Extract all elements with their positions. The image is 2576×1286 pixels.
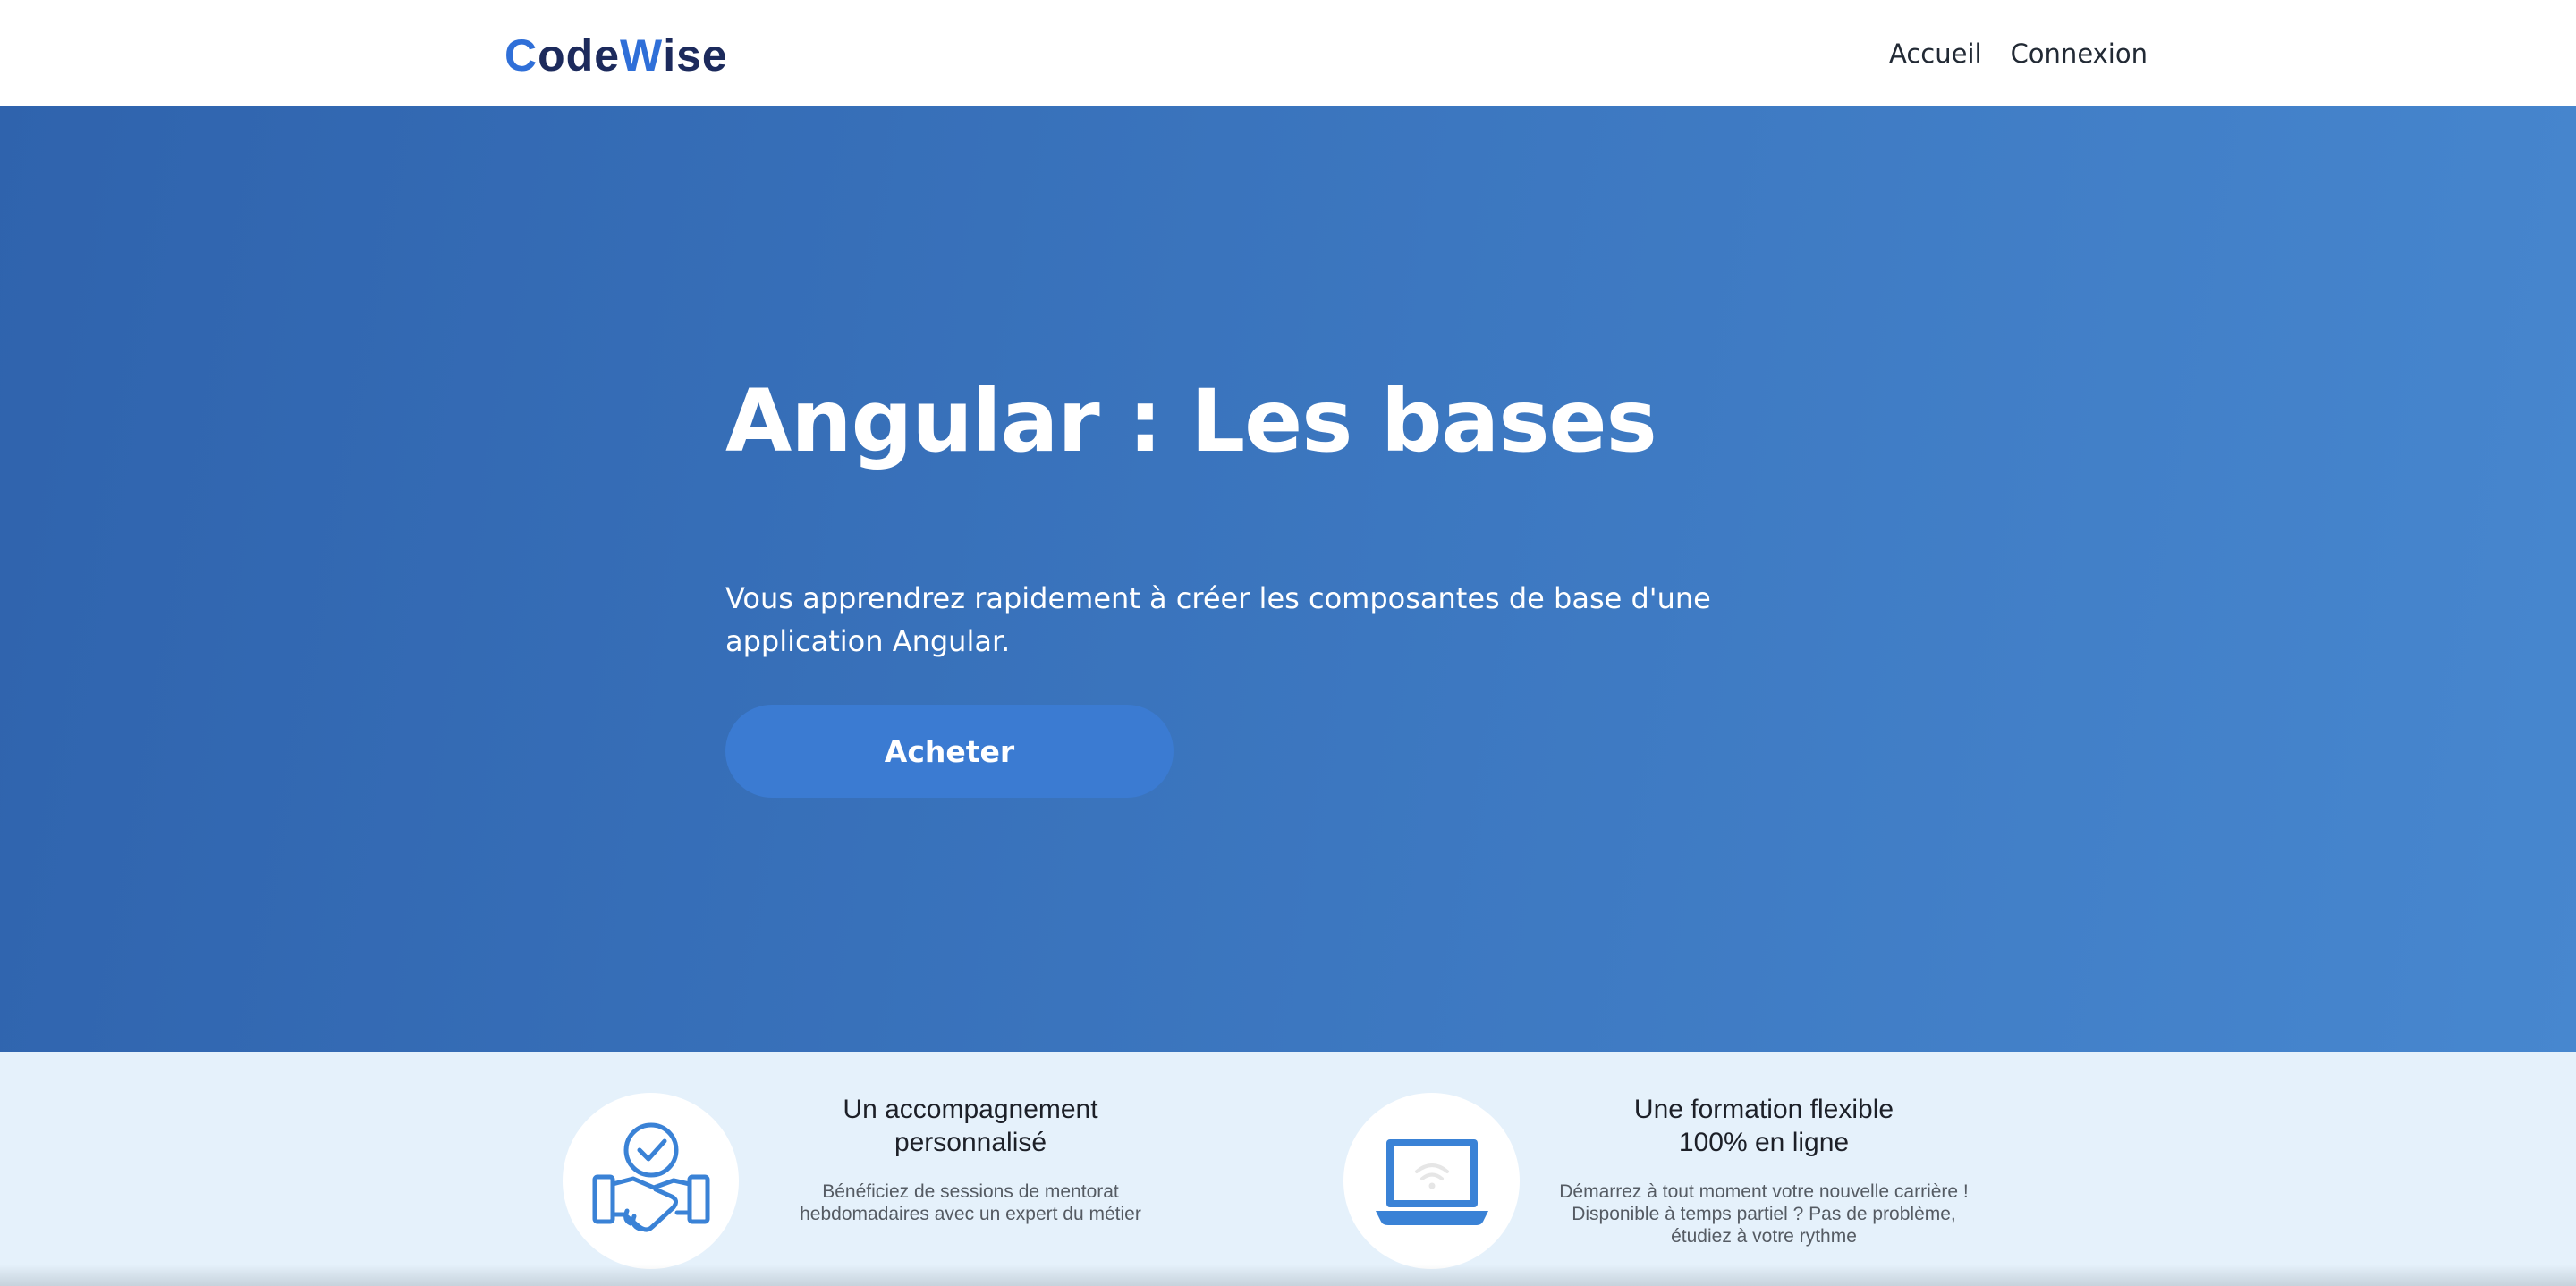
course-title: Angular : Les bases <box>725 371 1657 471</box>
feature-title-line: Une formation flexible <box>1633 1095 1894 1124</box>
feature-title-line: 100% en ligne <box>1678 1128 1850 1157</box>
feature-icon-circle-online <box>1343 1093 1520 1269</box>
feature-desc-line: Bénéficiez de sessions de mentorat <box>822 1181 1119 1202</box>
feature-desc-line: Disponible à temps partiel ? Pas de prob… <box>1572 1204 1956 1224</box>
buy-button[interactable]: Acheter <box>725 705 1174 798</box>
nav-link-accueil[interactable]: Accueil <box>1889 38 1982 69</box>
features-section: Un accompagnement personnalisé Bénéficie… <box>0 1052 2576 1286</box>
logo-letter-c: C <box>504 30 538 80</box>
main-nav: Accueil Connexion <box>1889 32 2148 75</box>
feature-title-online: Une formation flexible 100% en ligne <box>1540 1093 1987 1159</box>
logo-text-part1: ode <box>538 30 621 80</box>
laptop-wifi-icon <box>1375 1138 1488 1225</box>
site-header: Code Wise Accueil Connexion <box>0 0 2576 106</box>
logo-letter-w: W <box>620 30 664 80</box>
feature-desc-line: hebdomadaires avec un expert du métier <box>800 1204 1141 1224</box>
feature-desc-mentoring: Bénéficiez de sessions de mentorat hebdo… <box>747 1180 1194 1225</box>
hero-section: Angular : Les bases Vous apprendrez rapi… <box>0 106 2576 1052</box>
logo-text-part2: ise <box>663 30 728 80</box>
feature-title-line: Un accompagnement <box>843 1095 1098 1124</box>
feature-icon-circle-mentoring <box>563 1093 739 1269</box>
codewise-logo[interactable]: Code Wise <box>504 27 728 84</box>
nav-link-connexion[interactable]: Connexion <box>2011 38 2148 69</box>
feature-desc-online: Démarrez à tout moment votre nouvelle ca… <box>1540 1180 1987 1248</box>
course-description: Vous apprendrez rapidement à créer les c… <box>725 581 1711 658</box>
feature-desc-line: Démarrez à tout moment votre nouvelle ca… <box>1559 1181 1969 1202</box>
feature-title-line: personnalisé <box>894 1128 1047 1157</box>
feature-title-mentoring: Un accompagnement personnalisé <box>747 1093 1194 1159</box>
bottom-fade <box>0 1265 2576 1286</box>
handshake-check-icon <box>592 1122 709 1231</box>
feature-desc-line: étudiez à votre rythme <box>1671 1226 1857 1247</box>
